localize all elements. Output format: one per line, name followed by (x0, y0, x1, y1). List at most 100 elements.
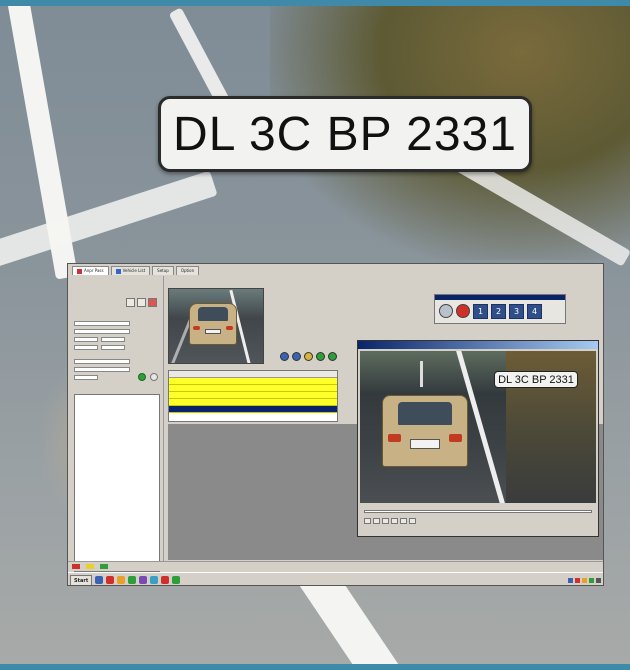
delete-icon[interactable] (148, 298, 157, 307)
tray-icon[interactable] (596, 577, 601, 583)
camera-2-button[interactable]: 2 (491, 304, 506, 319)
camera-1-button[interactable]: 1 (473, 304, 488, 319)
forward-icon[interactable] (400, 518, 407, 524)
camera-thumbnail (168, 288, 264, 364)
toolbar-buttons (126, 298, 157, 307)
tab-label: Anpr Pass (84, 268, 104, 273)
frame-bottom (0, 664, 630, 670)
hand-icon[interactable] (304, 352, 313, 361)
car-windshield (198, 307, 228, 321)
zoom-icon[interactable] (409, 518, 416, 524)
search-button[interactable] (138, 373, 146, 381)
tray-icon[interactable] (589, 577, 594, 583)
tab-anpr-pass[interactable]: Anpr Pass (72, 266, 109, 275)
add-icon[interactable] (126, 298, 135, 307)
tab-label: Option (180, 268, 195, 273)
app-icon[interactable] (117, 576, 126, 584)
app-icon[interactable] (106, 576, 115, 584)
image-viewer-window: DL 3C BP 2331 (357, 340, 599, 537)
tab-setup[interactable]: Setup (152, 266, 174, 275)
text-field[interactable] (101, 336, 125, 342)
app-icon[interactable] (150, 576, 159, 584)
next-icon[interactable] (328, 352, 337, 361)
tab-vehicle-list[interactable]: Vehicle List (110, 266, 151, 275)
field-row (74, 344, 125, 350)
tray-icon[interactable] (582, 577, 587, 583)
playback-slider[interactable] (364, 510, 592, 513)
viewer-titlebar[interactable] (358, 341, 598, 349)
table-row[interactable] (169, 378, 337, 385)
pause-icon[interactable] (382, 518, 389, 524)
camera-3-button[interactable]: 3 (509, 304, 524, 319)
column-header (253, 371, 281, 377)
stop-icon[interactable] (391, 518, 398, 524)
frame-top (0, 0, 630, 6)
camera-control-panel: 1 2 3 4 (434, 294, 566, 324)
text-field[interactable] (74, 328, 130, 334)
camera-4-button[interactable]: 4 (527, 304, 542, 319)
tab-label: Setup (157, 268, 169, 273)
text-field[interactable] (74, 320, 130, 326)
taskbar: Start (68, 572, 603, 585)
prev-icon[interactable] (280, 352, 289, 361)
edit-icon[interactable] (137, 298, 146, 307)
car-taillight (388, 433, 402, 443)
column-header (169, 371, 197, 377)
status-indicator (100, 564, 108, 569)
app-icon[interactable] (128, 576, 137, 584)
text-field[interactable] (101, 344, 125, 350)
tray-icon[interactable] (575, 577, 580, 583)
field-row (74, 336, 125, 342)
text-field[interactable] (74, 374, 98, 380)
column-header (281, 371, 309, 377)
anpr-app-window: Anpr Pass Vehicle List Setup Option 1 2 … (67, 263, 604, 586)
navigation-buttons (280, 352, 337, 361)
status-indicator (72, 564, 80, 569)
detected-plate-label: DL 3C BP 2331 (494, 371, 578, 388)
results-list[interactable] (74, 394, 160, 572)
field-row (74, 320, 130, 326)
table-row[interactable] (169, 399, 337, 406)
tab-label: Vehicle List (122, 268, 146, 273)
clear-button[interactable] (150, 373, 158, 381)
viewer-image: DL 3C BP 2331 (360, 351, 596, 503)
app-icon[interactable] (95, 576, 104, 584)
panel-titlebar (435, 295, 565, 300)
text-field[interactable] (74, 336, 98, 342)
stop-icon[interactable] (456, 304, 470, 318)
table-row[interactable] (169, 392, 337, 399)
text-field[interactable] (74, 344, 98, 350)
tray-icon[interactable] (568, 577, 573, 583)
column-header (197, 371, 225, 377)
field-row (74, 328, 130, 334)
app-icon[interactable] (161, 576, 170, 584)
text-field[interactable] (74, 366, 130, 372)
camera-buttons: 1 2 3 4 (439, 304, 542, 319)
car-plate (204, 328, 222, 335)
back-icon[interactable] (292, 352, 301, 361)
settings-icon[interactable] (439, 304, 453, 318)
status-indicator (86, 564, 94, 569)
tab-bar: Anpr Pass Vehicle List Setup Option (68, 266, 200, 275)
car-image (189, 303, 237, 345)
rewind-icon[interactable] (364, 518, 371, 524)
table-row[interactable] (169, 385, 337, 392)
car-taillight (448, 433, 462, 443)
viewer-toolbar (360, 506, 596, 534)
car-windshield (398, 401, 452, 426)
start-button[interactable]: Start (70, 574, 93, 585)
app-icon[interactable] (172, 576, 181, 584)
tab-option[interactable]: Option (175, 266, 200, 275)
list-icon (115, 268, 121, 274)
app-icon[interactable] (139, 576, 148, 584)
table-row-selected[interactable] (169, 406, 337, 413)
field-row (74, 358, 130, 364)
play-icon[interactable] (373, 518, 380, 524)
status-bar (68, 561, 603, 571)
text-field[interactable] (74, 358, 130, 364)
column-header (309, 371, 337, 377)
column-header (225, 371, 253, 377)
system-tray (568, 577, 603, 583)
playback-tools (364, 518, 416, 524)
play-icon[interactable] (316, 352, 325, 361)
